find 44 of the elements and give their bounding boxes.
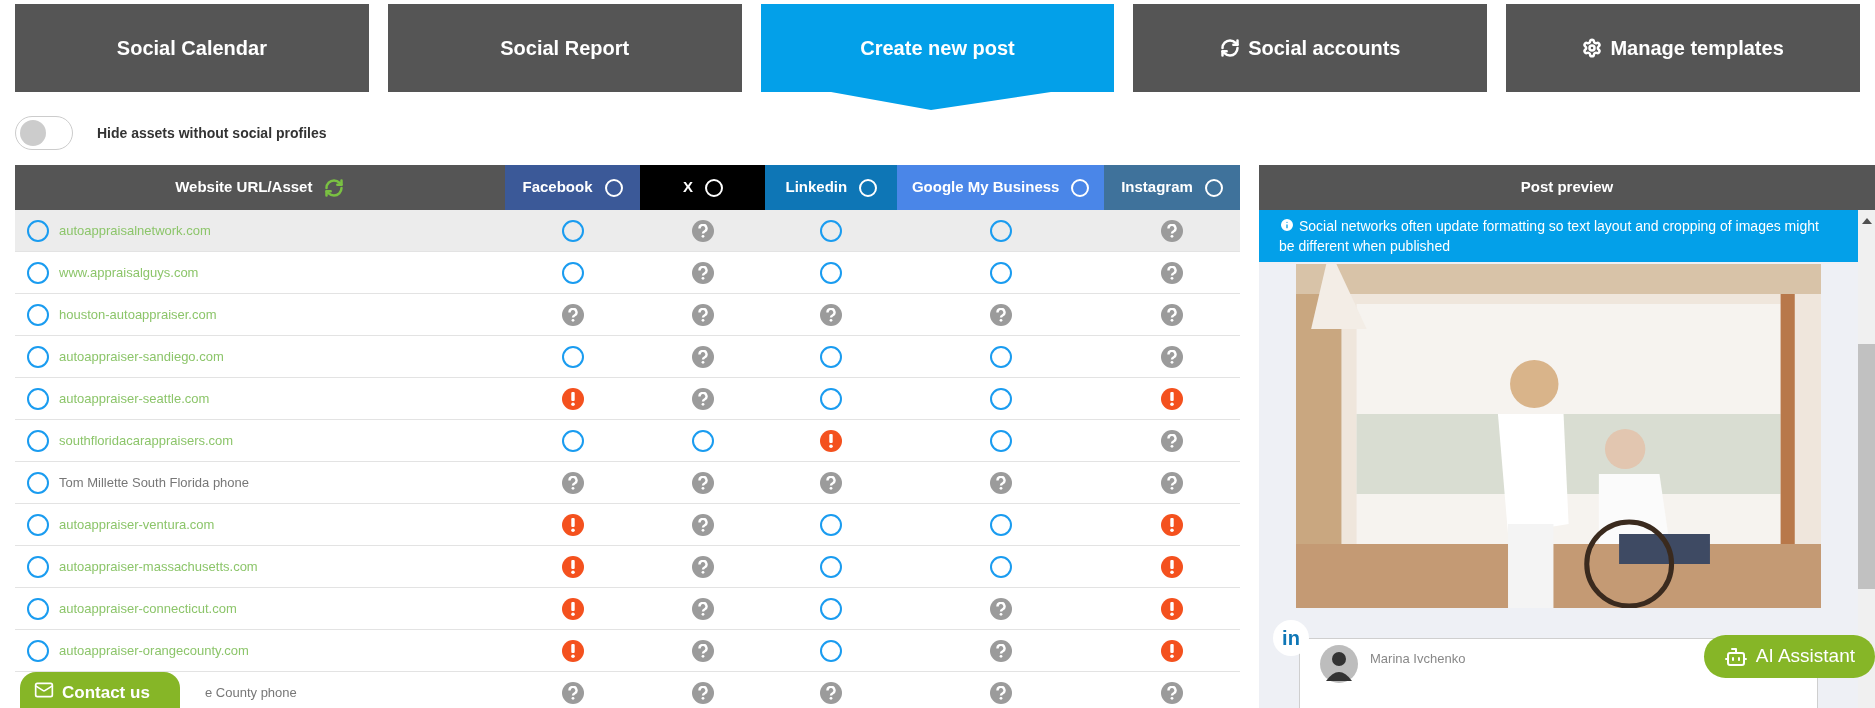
scroll-up-arrow-icon[interactable] — [1861, 218, 1872, 224]
asset-name: www.appraisalguys.com — [59, 263, 199, 282]
nav-tab[interactable]: Social Calendar — [15, 4, 369, 92]
info-icon — [1279, 217, 1295, 233]
column-title: Facebook — [522, 177, 593, 198]
asset-name: autoappraiser-connecticut.com — [59, 599, 237, 618]
asset-name: autoappraiser-seattle.com — [59, 389, 210, 408]
nav-tab[interactable]: Manage templates — [1506, 4, 1860, 92]
refresh-icon[interactable] — [324, 177, 345, 198]
select-all-radio[interactable] — [1071, 178, 1090, 197]
asset-name: e County phone — [205, 683, 297, 702]
contact-button[interactable]: Contact us — [20, 672, 180, 708]
nav-tab[interactable]: Social accounts — [1133, 4, 1488, 92]
author-name: Marina Ivchenko — [1370, 650, 1466, 668]
asset-name: autoappraisalnetwork.com — [59, 221, 211, 240]
asset-name: autoappraiser-orangecounty.com — [59, 641, 249, 660]
select-all-radio[interactable] — [859, 178, 878, 197]
asset-name: autoappraiser-massachusetts.com — [59, 557, 258, 576]
asset-name: autoappraiser-sandiego.com — [59, 347, 224, 366]
column-title: Google My Business — [911, 177, 1060, 198]
panel-header: Post preview — [1259, 165, 1875, 210]
asset-name: southfloridacarappraisers.com — [59, 431, 234, 450]
toggle-label: Hide assets without social profiles — [97, 123, 327, 143]
settings-icon — [1582, 38, 1603, 58]
asset-name: houston-autoappraiser.com — [59, 305, 217, 324]
asset-name: autoappraiser-ventura.com — [59, 515, 215, 534]
nav-tab[interactable]: Social Report — [387, 4, 742, 92]
mail-icon — [34, 680, 54, 700]
info-banner: Social networks often update formatting so text layout and cropping of images might be different when published — [1259, 210, 1858, 262]
select-all-radio[interactable] — [704, 178, 723, 197]
refresh-icon — [1220, 38, 1241, 58]
column-title: Website URL/Asset — [175, 177, 313, 198]
asset-name: Tom Millette South Florida phone — [59, 473, 250, 492]
select-all-radio[interactable] — [604, 178, 623, 197]
select-all-radio[interactable] — [1204, 178, 1223, 197]
toggle-switch[interactable] — [15, 116, 73, 150]
column-title: X — [682, 177, 693, 198]
column-title: Linkedin — [785, 177, 848, 198]
scrollbar[interactable] — [1858, 210, 1875, 708]
column-title: Instagram — [1121, 177, 1193, 198]
table-row[interactable]: autoappraisalnetwork.com — [15, 210, 1240, 252]
avatar-silhouette — [1320, 645, 1358, 683]
linkedin-badge: in — [1273, 620, 1309, 656]
ai-assistant-button[interactable]: AI Assistant — [1703, 635, 1875, 678]
